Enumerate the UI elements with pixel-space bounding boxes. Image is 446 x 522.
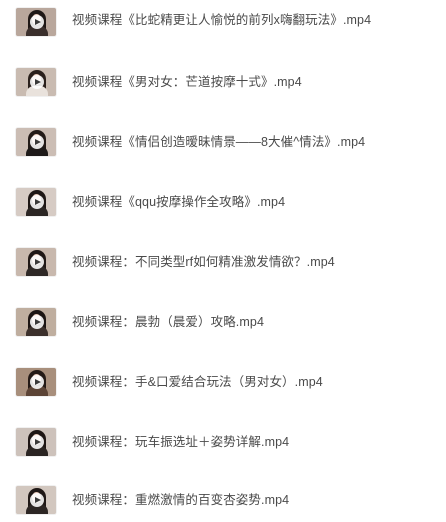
video-thumbnail[interactable] [16, 68, 56, 96]
video-thumbnail[interactable] [16, 248, 56, 276]
file-row[interactable]: 视频课程《男对女：芒道按摩十式》.mp4 [0, 60, 446, 104]
file-row[interactable]: 视频课程《情侣创造暧昧情景——8大催^情法》.mp4 [0, 120, 446, 164]
file-name: 视频课程：不同类型rf如何精准激发情欲？.mp4 [72, 255, 335, 269]
video-thumbnail[interactable] [16, 486, 56, 514]
file-name: 视频课程：重燃激情的百变杏姿势.mp4 [72, 493, 290, 507]
file-name: 视频课程《情侣创造暧昧情景——8大催^情法》.mp4 [72, 135, 366, 149]
file-name: 视频课程《男对女：芒道按摩十式》.mp4 [72, 75, 302, 89]
file-name: 视频课程《qqu按摩操作全攻略》.mp4 [72, 195, 286, 209]
play-icon [30, 135, 44, 149]
file-name: 视频课程《比蛇精更让人愉悦的前列x嗨翻玩法》.mp4 [72, 13, 372, 27]
video-thumbnail[interactable] [16, 428, 56, 456]
file-row[interactable]: 视频课程：重燃激情的百变杏姿势.mp4 [0, 478, 446, 522]
file-row[interactable]: 视频课程：不同类型rf如何精准激发情欲？.mp4 [0, 240, 446, 284]
file-row[interactable]: 视频课程：手&口爱结合玩法（男对女）.mp4 [0, 360, 446, 404]
file-row[interactable]: 视频课程：晨勃（晨爱）攻略.mp4 [0, 300, 446, 344]
play-icon [30, 15, 44, 29]
play-icon [30, 493, 44, 507]
video-file-list: 视频课程《比蛇精更让人愉悦的前列x嗨翻玩法》.mp4 视频课程《男对女：芒道按摩… [0, 0, 446, 522]
file-row[interactable]: 视频课程《比蛇精更让人愉悦的前列x嗨翻玩法》.mp4 [0, 0, 446, 44]
play-icon [30, 315, 44, 329]
video-thumbnail[interactable] [16, 308, 56, 336]
play-icon [30, 375, 44, 389]
file-name: 视频课程：玩车振选址＋姿势详解.mp4 [72, 435, 290, 449]
video-thumbnail[interactable] [16, 188, 56, 216]
file-row[interactable]: 视频课程：玩车振选址＋姿势详解.mp4 [0, 420, 446, 464]
file-row[interactable]: 视频课程《qqu按摩操作全攻略》.mp4 [0, 180, 446, 224]
video-thumbnail[interactable] [16, 368, 56, 396]
play-icon [30, 255, 44, 269]
play-icon [30, 75, 44, 89]
play-icon [30, 435, 44, 449]
file-name: 视频课程：晨勃（晨爱）攻略.mp4 [72, 315, 264, 329]
file-name: 视频课程：手&口爱结合玩法（男对女）.mp4 [72, 375, 323, 389]
video-thumbnail[interactable] [16, 128, 56, 156]
play-icon [30, 195, 44, 209]
video-thumbnail[interactable] [16, 8, 56, 36]
